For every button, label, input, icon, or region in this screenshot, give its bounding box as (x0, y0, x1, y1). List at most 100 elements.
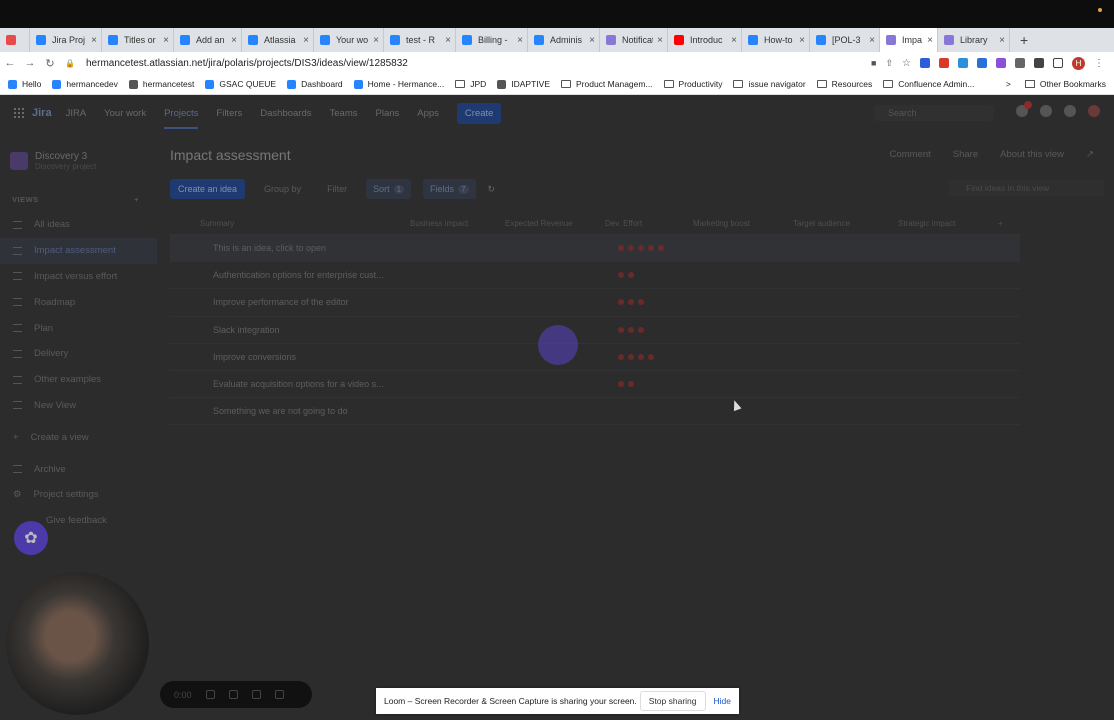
user-avatar[interactable] (1088, 105, 1100, 117)
bookmarks-overflow-icon[interactable]: > (1006, 79, 1011, 89)
column-marketing-boost[interactable]: Marketing boost (693, 219, 793, 228)
dev-effort-rating[interactable] (618, 272, 634, 279)
about-view-button[interactable]: About this view (1000, 149, 1064, 160)
column-target-audience[interactable]: Target audience (793, 219, 898, 228)
column-strategic-impact[interactable]: Strategic impact (898, 219, 998, 228)
browser-tab[interactable]: Add an i × (174, 28, 242, 52)
sidebar-view-item[interactable]: Impact versus effort (0, 264, 157, 290)
nav-dashboards[interactable]: Dashboards (260, 108, 311, 119)
idea-summary[interactable]: Improve conversions (170, 352, 408, 362)
media-icon[interactable] (1034, 58, 1044, 68)
bookmark-item[interactable]: hermancetest (128, 79, 194, 89)
profile-avatar[interactable]: H (1072, 56, 1085, 70)
share-icon[interactable]: ⇧ (885, 58, 893, 69)
webcam-bubble[interactable] (6, 572, 149, 715)
puzzle-icon[interactable] (1015, 58, 1025, 68)
group-by-button[interactable]: Group by (257, 179, 308, 199)
create-button[interactable]: Create (456, 102, 502, 124)
browser-tab[interactable]: Atlassia × (242, 28, 314, 52)
fields-button[interactable]: Fields 7 (423, 179, 476, 199)
extension-icon[interactable] (920, 58, 930, 68)
idea-summary[interactable]: This is an idea, click to open (170, 243, 408, 253)
idea-summary[interactable]: Something we are not going to do (170, 406, 408, 416)
table-row[interactable]: Improve performance of the editor (170, 289, 1020, 317)
column-dev-effort[interactable]: Dev. Effort (605, 219, 693, 228)
nav-filters[interactable]: Filters (216, 108, 242, 119)
search-input[interactable]: Search (874, 105, 994, 121)
column-business-impact[interactable]: Business impact (410, 219, 505, 228)
column-expected-revenue[interactable]: Expected Revenue (505, 219, 605, 228)
dev-effort-rating[interactable] (618, 353, 654, 360)
idea-summary[interactable]: Authentication options for enterprise cu… (170, 270, 408, 280)
camera-icon[interactable]: ■ (871, 58, 876, 68)
table-row[interactable]: Slack integration (170, 317, 1020, 344)
star-icon[interactable]: ☆ (902, 58, 911, 69)
bookmark-item[interactable]: Hello (8, 79, 41, 89)
tab-close-icon[interactable]: × (927, 35, 933, 46)
stop-sharing-button[interactable]: Stop sharing (639, 691, 706, 711)
project-header[interactable]: Discovery 3 Discovery project (0, 131, 157, 171)
browser-tab[interactable]: Notificat × (600, 28, 668, 52)
tab-close-icon[interactable]: × (517, 35, 523, 46)
extension-icon[interactable] (939, 58, 949, 68)
project-settings-link[interactable]: ⚙ Project settings (0, 482, 157, 508)
table-row[interactable]: Authentication options for enterprise cu… (170, 262, 1020, 290)
browser-tab[interactable]: Your wo × (314, 28, 384, 52)
extension-icon[interactable] (958, 58, 968, 68)
browser-tab[interactable]: Billing - × (456, 28, 528, 52)
nav-apps[interactable]: Apps (417, 108, 439, 119)
sidebar-view-item[interactable]: Other examples (0, 367, 157, 393)
bookmark-item[interactable]: JPD (455, 79, 486, 89)
add-view-icon[interactable]: + (134, 195, 139, 204)
tab-close-icon[interactable]: × (163, 35, 169, 46)
nav-plans[interactable]: Plans (376, 108, 400, 119)
bookmark-item[interactable]: GSAC QUEUE (205, 79, 276, 89)
comment-button[interactable]: Comment (890, 149, 931, 160)
browser-tab[interactable]: Impa × (880, 28, 938, 52)
nav-your-work[interactable]: Your work (104, 108, 146, 119)
extension-icon[interactable] (996, 58, 1006, 68)
browser-tab[interactable]: Titles or × (102, 28, 174, 52)
create-view-link[interactable]: + Create a view (0, 424, 157, 450)
autosave-icon[interactable]: ↻ (488, 184, 496, 195)
nav-projects[interactable]: Projects (164, 108, 199, 129)
sidebar-view-item[interactable]: New View (0, 393, 157, 419)
table-row[interactable]: Something we are not going to do (170, 398, 1020, 426)
idea-summary[interactable]: Evaluate acquisition options for a video… (170, 379, 408, 389)
browser-tab[interactable]: How-to × (742, 28, 810, 52)
browser-tab[interactable]: Jira Proj × (30, 28, 102, 52)
browser-tab[interactable]: Library × (938, 28, 1010, 52)
share-button[interactable]: Share (953, 149, 978, 160)
sidebar-view-item[interactable]: Delivery (0, 341, 157, 367)
column-summary[interactable]: Summary (200, 219, 410, 228)
loom-icon[interactable]: ✿ (14, 521, 48, 555)
settings-icon[interactable] (1064, 105, 1076, 117)
bookmark-item[interactable]: Confluence Admin... (883, 79, 974, 89)
sidebar-view-item[interactable]: Plan (0, 315, 157, 341)
jira-logo[interactable]: Jira (32, 107, 52, 119)
tab-close-icon[interactable]: × (303, 35, 309, 46)
tab-close-icon[interactable]: × (91, 35, 97, 46)
sidebar-view-item[interactable]: Roadmap (0, 289, 157, 315)
other-bookmarks[interactable]: Other Bookmarks (1040, 79, 1106, 89)
tab-close-icon[interactable]: × (657, 35, 663, 46)
tab-close-icon[interactable]: × (731, 35, 737, 46)
more-menu-icon[interactable]: ⋮ (1094, 58, 1104, 69)
back-icon[interactable]: ← (0, 57, 20, 69)
hide-button[interactable]: Hide (714, 696, 731, 706)
app-switcher-icon[interactable] (14, 108, 24, 118)
table-row[interactable]: Improve conversions (170, 344, 1020, 371)
new-tab-button[interactable]: + (1010, 32, 1038, 48)
archive-link[interactable]: Archive (0, 456, 157, 482)
trash-icon[interactable] (274, 690, 284, 699)
bookmark-item[interactable]: IDAPTIVE (497, 79, 550, 89)
help-icon[interactable] (1040, 105, 1052, 117)
undo-icon[interactable] (228, 690, 238, 699)
dev-effort-rating[interactable] (618, 326, 644, 333)
filter-button[interactable]: Filter (320, 179, 354, 199)
bookmark-item[interactable]: Resources (816, 79, 872, 89)
bookmark-item[interactable]: Product Managem... (561, 79, 653, 89)
sidebar-view-item[interactable]: Impact assessment (0, 237, 157, 264)
tab-close-icon[interactable]: × (869, 35, 875, 46)
sidebar-view-item[interactable]: All ideas (0, 212, 157, 238)
